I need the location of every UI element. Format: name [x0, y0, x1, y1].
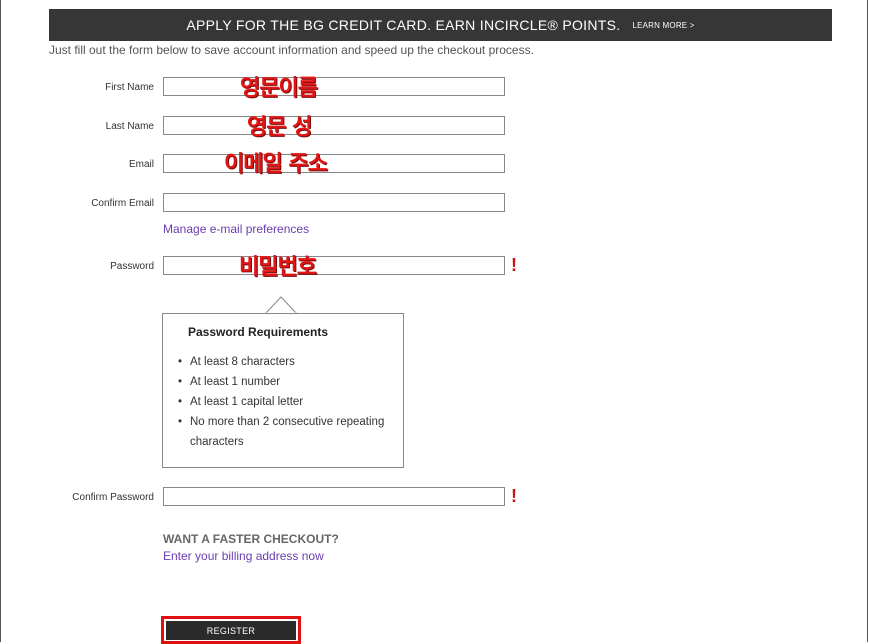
password-requirements-list: • At least 8 characters • At least 1 numbe…: [178, 352, 395, 452]
password-label: Password: [110, 261, 154, 272]
password-requirements-box: Password Requirements • At least 8 charac…: [162, 313, 404, 468]
password-input[interactable]: [163, 256, 505, 275]
last-name-input[interactable]: [163, 116, 505, 135]
banner-text: APPLY FOR THE BG CREDIT CARD. EARN INCIR…: [186, 17, 621, 33]
confirm-email-label: Confirm Email: [91, 198, 154, 209]
confirm-password-label: Confirm Password: [72, 492, 154, 503]
bullet-icon: •: [178, 396, 183, 408]
register-highlight: REGISTER: [161, 616, 301, 644]
billing-address-link[interactable]: Enter your billing address now: [163, 549, 324, 563]
learn-more-link[interactable]: LEARN MORE >: [632, 21, 694, 30]
confirm-password-input[interactable]: [163, 487, 505, 506]
requirements-pointer-icon: [263, 296, 299, 315]
password-requirements-title: Password Requirements: [188, 325, 329, 339]
confirm-email-input[interactable]: [163, 193, 505, 212]
page-frame: [0, 0, 868, 642]
first-name-input[interactable]: [163, 77, 505, 96]
last-name-label: Last Name: [105, 121, 154, 132]
requirement-item: • No more than 2 consecutive repeating ch…: [178, 412, 395, 452]
faster-checkout-title: WANT A FASTER CHECKOUT?: [163, 532, 339, 546]
first-name-label: First Name: [105, 82, 154, 93]
bullet-icon: •: [178, 356, 183, 368]
intro-text: Just fill out the form below to save acc…: [49, 43, 534, 57]
requirement-item: • At least 1 capital letter: [178, 392, 395, 412]
email-label: Email: [128, 159, 154, 170]
manage-email-preferences-link[interactable]: Manage e-mail preferences: [163, 222, 309, 236]
password-error-icon: !: [511, 255, 517, 275]
credit-card-banner[interactable]: APPLY FOR THE BG CREDIT CARD. EARN INCIR…: [49, 9, 832, 41]
register-button[interactable]: REGISTER: [166, 621, 296, 640]
bullet-icon: •: [178, 376, 183, 388]
email-input[interactable]: [163, 154, 505, 173]
bullet-icon: •: [178, 416, 183, 428]
requirement-item: • At least 1 number: [178, 372, 395, 392]
requirement-item: • At least 8 characters: [178, 352, 395, 372]
confirm-password-error-icon: !: [511, 486, 517, 506]
